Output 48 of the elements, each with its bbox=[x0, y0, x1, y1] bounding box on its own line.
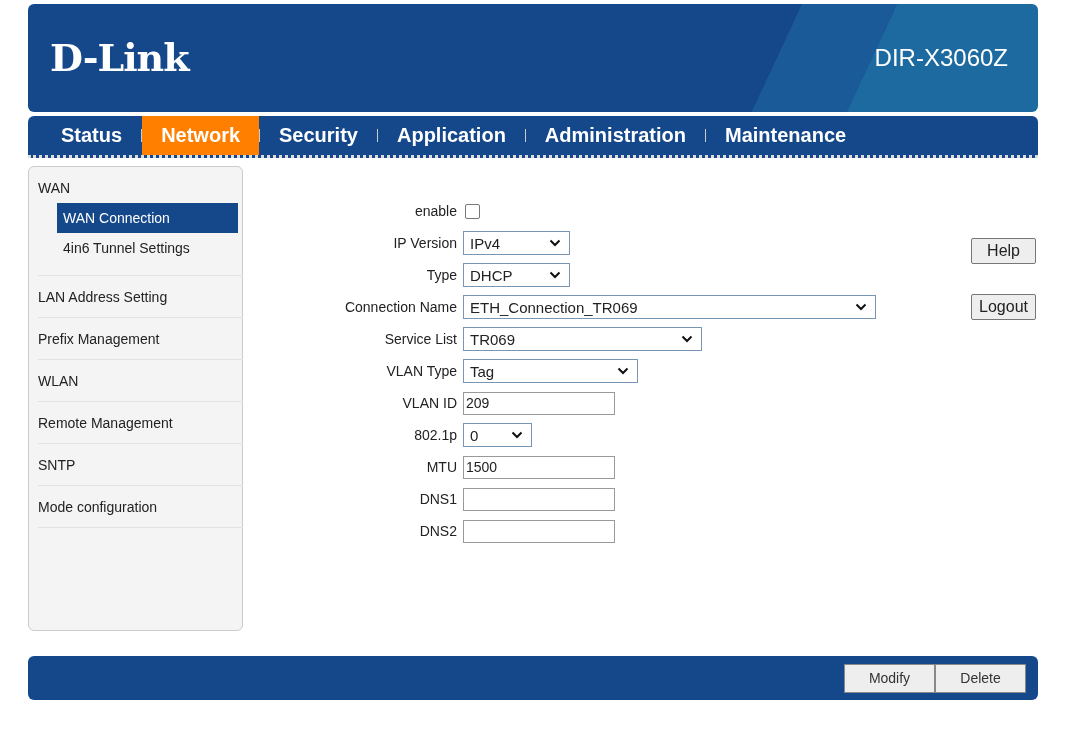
sidebar-item[interactable]: Mode configuration bbox=[38, 486, 243, 528]
field-label: Type bbox=[425, 267, 458, 283]
dropdown[interactable]: IPv4 bbox=[463, 231, 570, 255]
chevron-down-icon bbox=[549, 239, 561, 247]
field-label: enable bbox=[413, 203, 458, 219]
field-label: IP Version bbox=[392, 235, 458, 251]
input-field[interactable]: 1500 bbox=[463, 455, 615, 479]
side-button[interactable]: Help bbox=[971, 238, 1036, 264]
field-label: Connection Name bbox=[343, 299, 458, 315]
field-label: MTU bbox=[425, 459, 458, 475]
dropdown[interactable]: DHCP bbox=[463, 263, 570, 287]
sidebar-subitem[interactable]: 4in6 Tunnel Settings bbox=[57, 233, 238, 263]
chevron-down-icon bbox=[681, 335, 693, 343]
nav-tab[interactable]: Security bbox=[260, 116, 377, 155]
nav-tab[interactable]: Status bbox=[42, 116, 142, 155]
field-label: DNS1 bbox=[418, 491, 458, 507]
checkbox[interactable] bbox=[465, 203, 480, 219]
field-label: VLAN ID bbox=[401, 395, 458, 411]
field-label: DNS2 bbox=[418, 523, 458, 539]
sidebar-item[interactable]: WLAN bbox=[38, 360, 243, 402]
footer-button[interactable]: Delete bbox=[935, 663, 1026, 693]
sidebar-item[interactable]: Prefix Management bbox=[38, 318, 243, 360]
chevron-down-icon bbox=[511, 431, 523, 439]
sidebar-item[interactable]: WAN bbox=[38, 173, 71, 203]
footer-button[interactable]: Modify bbox=[844, 663, 935, 693]
model-name: DIR-X3060Z bbox=[874, 44, 1008, 72]
chevron-down-icon bbox=[617, 367, 629, 375]
input-field[interactable] bbox=[463, 519, 615, 543]
logo: D-Link bbox=[50, 34, 189, 80]
dropdown[interactable]: Tag bbox=[463, 359, 638, 383]
side-button[interactable]: Logout bbox=[971, 294, 1036, 320]
dropdown[interactable]: 0 bbox=[463, 423, 532, 447]
input-field[interactable]: 209 bbox=[463, 391, 615, 415]
nav-tab[interactable]: Maintenance bbox=[706, 116, 866, 155]
nav-tab[interactable]: Application bbox=[377, 116, 525, 155]
dropdown[interactable]: ETH_Connection_TR069 bbox=[463, 295, 876, 319]
dropdown[interactable]: TR069 bbox=[463, 327, 702, 351]
chevron-down-icon bbox=[549, 271, 561, 279]
nav-tab[interactable]: Administration bbox=[525, 116, 705, 155]
sidebar-subitem[interactable]: WAN Connection bbox=[57, 203, 238, 233]
field-label: Service List bbox=[383, 331, 458, 347]
field-label: VLAN Type bbox=[385, 363, 458, 379]
sidebar-item[interactable]: SNTP bbox=[38, 444, 243, 486]
chevron-down-icon bbox=[855, 303, 867, 311]
sidebar-item[interactable]: LAN Address Setting bbox=[38, 276, 243, 318]
sidebar-item[interactable]: Remote Management bbox=[38, 402, 243, 444]
input-field[interactable] bbox=[463, 487, 615, 511]
field-label: 802.1p bbox=[413, 427, 458, 443]
